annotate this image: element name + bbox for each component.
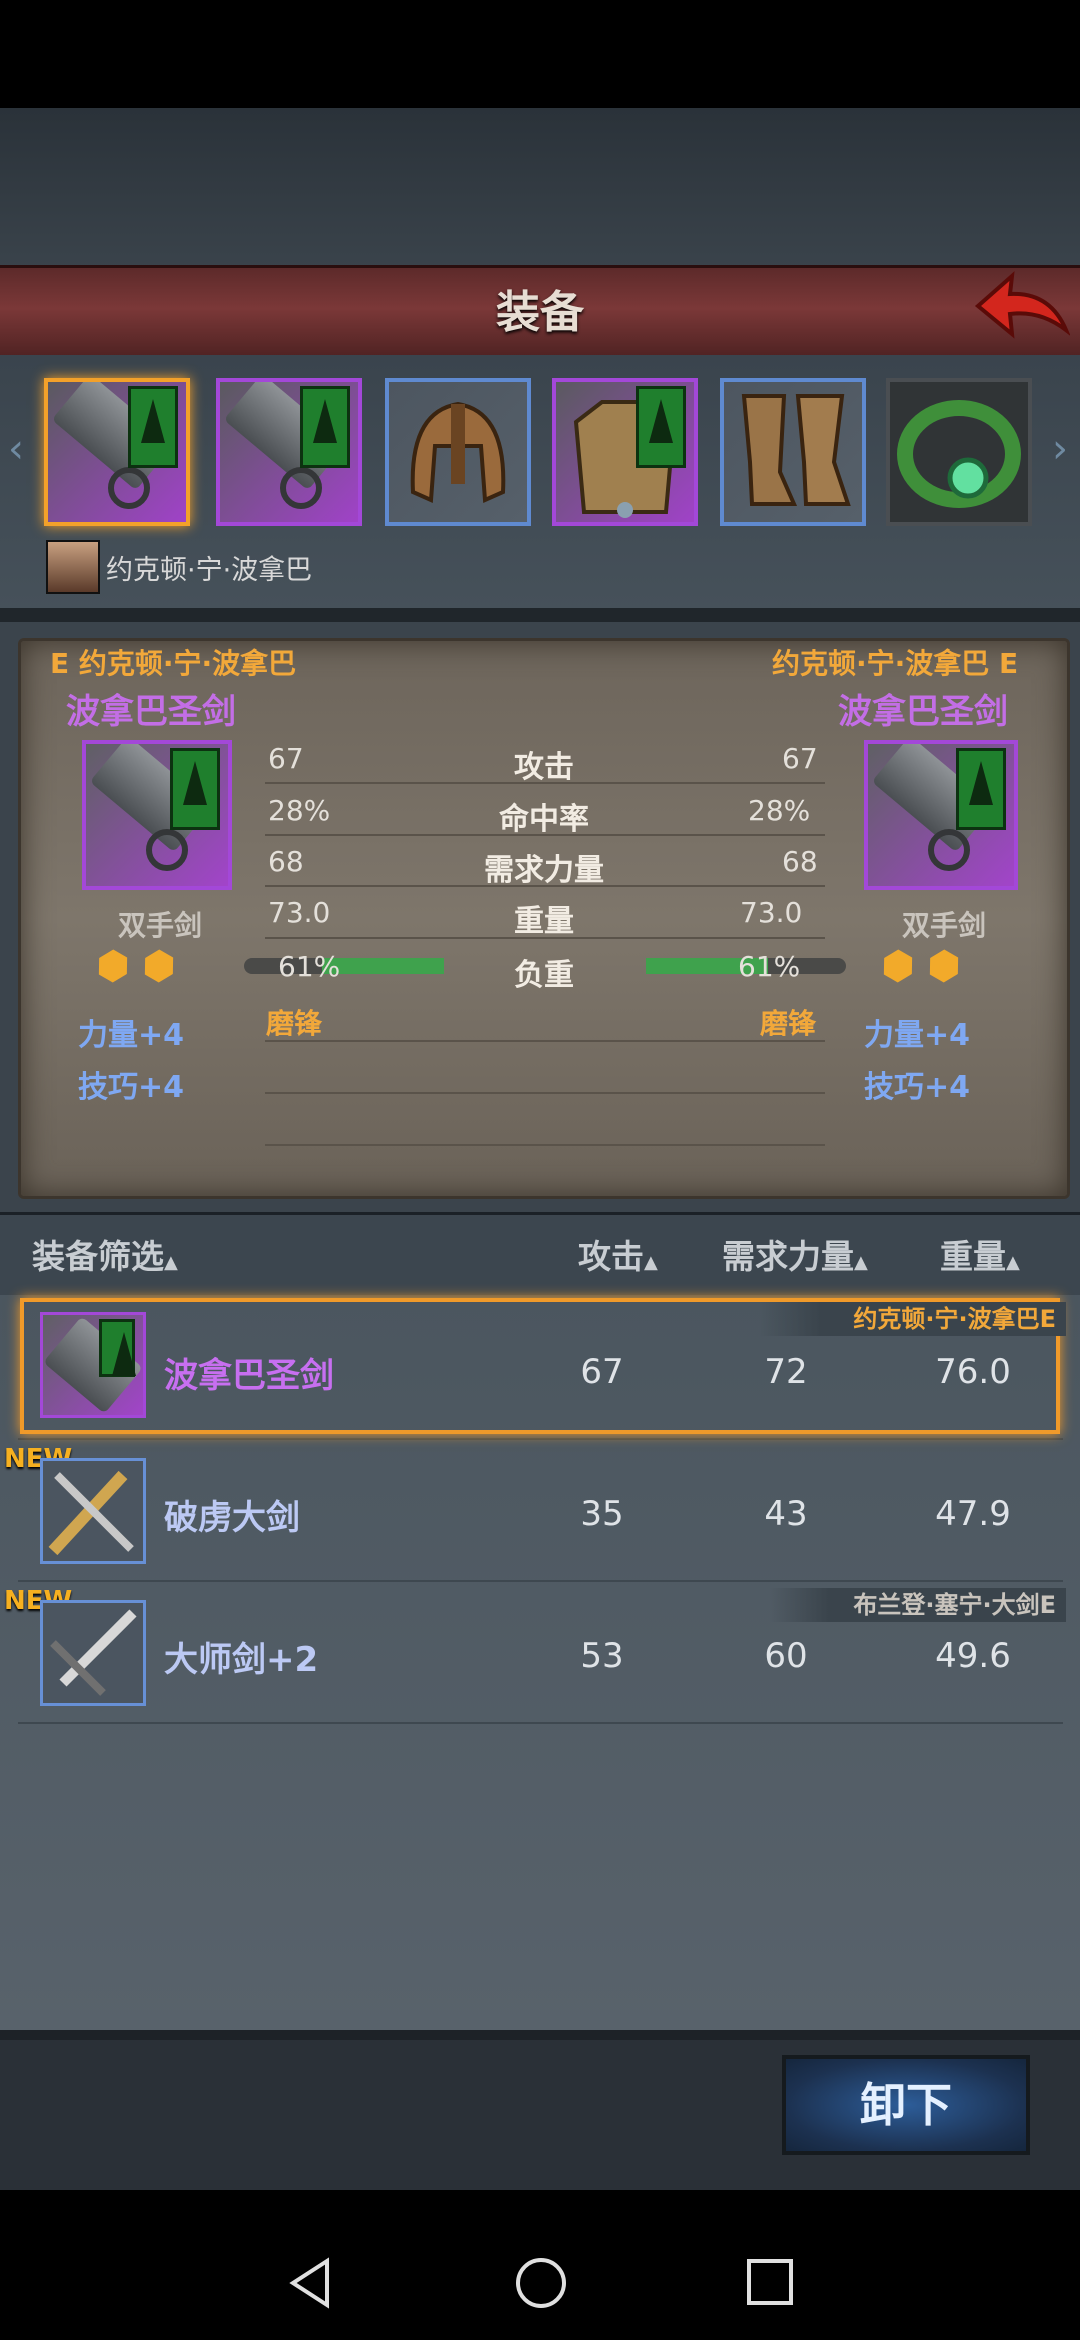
nav-back-icon[interactable] [285, 2255, 335, 2311]
character-name: 约克顿·宁·波拿巴 [106, 555, 313, 586]
ring-icon [897, 400, 1021, 508]
row-str-req: 43 [764, 1494, 808, 1534]
pine-banner-icon [128, 386, 178, 468]
label-attack: 攻击 [514, 750, 574, 785]
slot-armor[interactable] [552, 378, 698, 526]
header-background [0, 108, 1080, 268]
left-weapon-icon [82, 740, 232, 890]
row-item-icon [40, 1312, 146, 1418]
sort-arrow-icon: ▲ [644, 1252, 658, 1273]
left-stat-str: 68 [268, 845, 304, 878]
left-bonus-1: 力量+4 [78, 1018, 185, 1053]
back-arrow-icon [974, 271, 1071, 339]
boots-icon [741, 394, 851, 506]
right-stat-attack: 67 [782, 742, 818, 775]
title-bar: 装备 [0, 265, 1080, 362]
avatar [46, 540, 100, 594]
sort-arrow-icon: ▲ [1006, 1252, 1020, 1273]
str-req-header-label: 需求力量 [722, 1237, 854, 1276]
left-stat-weight: 73.0 [268, 896, 331, 929]
right-stat-weight: 73.0 [740, 896, 803, 929]
scroll-left-icon[interactable]: ‹ [8, 425, 32, 473]
row-item-icon [40, 1458, 146, 1564]
left-weapon-type: 双手剑 [118, 909, 203, 942]
left-load-value: 61% [278, 950, 341, 983]
sort-attack-button[interactable]: 攻击▲ [578, 1230, 658, 1278]
right-load-value: 61% [738, 950, 801, 983]
sort-weight-button[interactable]: 重量▲ [940, 1230, 1020, 1278]
pine-banner-icon [170, 748, 220, 830]
pine-banner-icon [636, 386, 686, 468]
row-item-name: 破虏大剑 [164, 1498, 300, 1538]
nav-home-icon[interactable] [513, 2255, 569, 2311]
status-bar [0, 0, 1080, 108]
right-weapon-name: 波拿巴圣剑 [838, 692, 1008, 732]
greatsword-icon [48, 1470, 134, 1556]
helmet-icon [410, 401, 506, 503]
row-str-req: 60 [764, 1636, 808, 1676]
divider [0, 608, 1080, 622]
left-owner: E 约克顿·宁·波拿巴 [50, 647, 297, 680]
row-item-name: 大师剑+2 [164, 1640, 319, 1680]
left-stat-hit: 28% [268, 794, 331, 827]
slot-weapon-main[interactable] [44, 378, 190, 526]
slot-weapon-offhand[interactable] [216, 378, 362, 526]
weight-header-label: 重量 [940, 1237, 1006, 1276]
left-weapon-name: 波拿巴圣剑 [66, 692, 236, 732]
sort-arrow-icon: ▲ [854, 1252, 868, 1273]
label-str-req: 需求力量 [484, 853, 604, 888]
sort-str-req-button[interactable]: 需求力量▲ [722, 1230, 868, 1278]
row-owner: 约克顿·宁·波拿巴E [760, 1302, 1066, 1336]
attack-header-label: 攻击 [578, 1237, 644, 1276]
slot-ring[interactable] [886, 378, 1032, 526]
row-weight: 76.0 [935, 1352, 1011, 1392]
right-bonus-2: 技巧+4 [864, 1070, 971, 1105]
sort-arrow-icon: ▲ [164, 1252, 178, 1273]
row-item-name: 波拿巴圣剑 [164, 1356, 334, 1396]
left-skill: 磨锋 [266, 1007, 323, 1040]
right-owner: 约克顿·宁·波拿巴 E [772, 647, 1019, 680]
row-attack: 35 [580, 1494, 624, 1534]
label-hit-rate: 命中率 [499, 802, 589, 837]
filter-sort-button[interactable]: 装备筛选▲ [32, 1230, 178, 1278]
row-str-req: 72 [764, 1352, 808, 1392]
label-weight: 重量 [514, 904, 574, 939]
right-weapon-type: 双手剑 [902, 909, 987, 942]
pine-banner-icon [956, 748, 1006, 830]
pine-banner-icon [300, 386, 350, 468]
row-owner: 布兰登·塞宁·大剑E [770, 1588, 1066, 1622]
row-weight: 47.9 [935, 1494, 1011, 1534]
page-title: 装备 [496, 287, 584, 338]
right-skill: 磨锋 [760, 1007, 817, 1040]
row-item-icon [40, 1600, 146, 1706]
slot-helmet[interactable] [385, 378, 531, 526]
left-stat-attack: 67 [268, 742, 304, 775]
row-attack: 53 [580, 1636, 624, 1676]
right-weapon-icon [864, 740, 1018, 890]
back-button[interactable] [970, 268, 1071, 348]
scroll-right-icon[interactable]: › [1052, 425, 1076, 473]
label-load: 负重 [514, 958, 574, 993]
pine-banner-icon [99, 1319, 136, 1377]
right-bonus-1: 力量+4 [864, 1018, 971, 1053]
right-stat-hit: 28% [748, 794, 811, 827]
left-bonus-2: 技巧+4 [78, 1070, 185, 1105]
sword-icon [50, 1609, 137, 1696]
row-attack: 67 [580, 1352, 624, 1392]
left-load-fill [322, 958, 444, 974]
nav-recents-icon[interactable] [745, 2255, 795, 2311]
right-stat-str: 68 [782, 845, 818, 878]
slot-boots[interactable] [720, 378, 866, 526]
unequip-button[interactable]: 卸下 [782, 2055, 1030, 2155]
filter-label: 装备筛选 [32, 1237, 164, 1276]
row-weight: 49.6 [935, 1636, 1011, 1676]
